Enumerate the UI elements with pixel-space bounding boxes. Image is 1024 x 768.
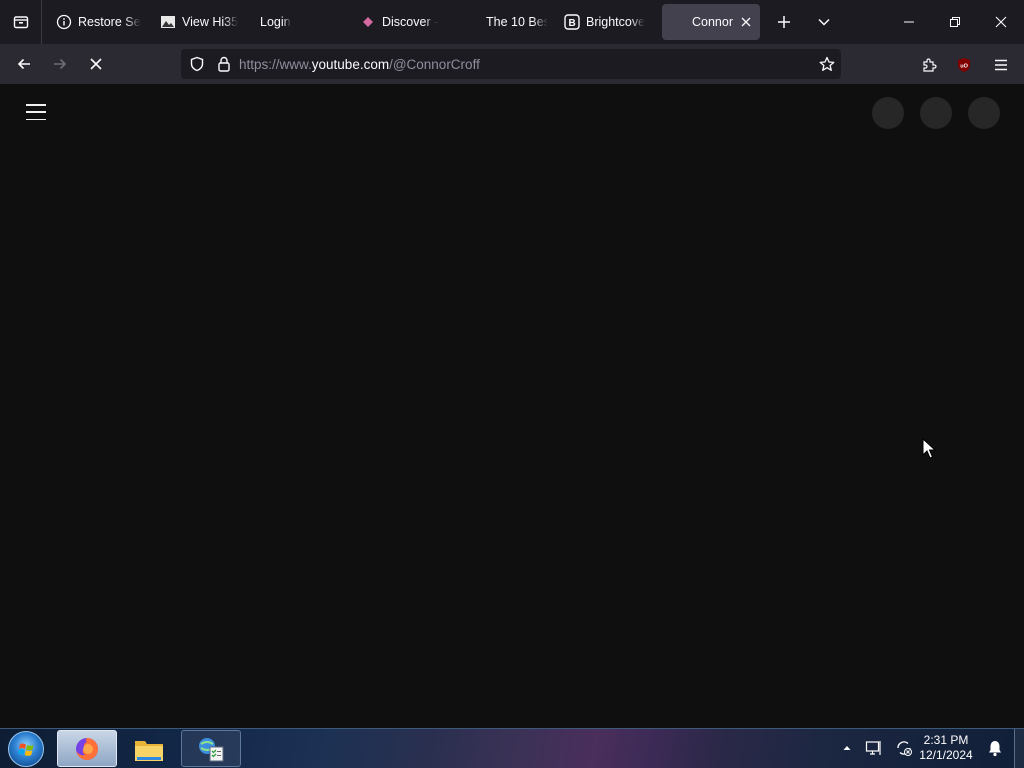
close-tab-icon[interactable] [740,16,752,28]
file-explorer-icon [135,740,163,761]
clock-date: 12/1/2024 [919,748,973,762]
tab-label: Restore Se [78,15,141,29]
sync-error-icon [897,741,912,756]
tab-label: Discover - [382,15,439,29]
stop-x-icon [90,58,102,70]
restore-icon [950,17,960,27]
taskbar-file-explorer[interactable] [119,730,179,767]
taskbar-control-panel[interactable] [181,730,241,767]
url-path: /@ConnorCroff [389,56,480,72]
lock-icon[interactable] [217,56,231,72]
chevron-down-icon [818,18,830,26]
guide-menu-icon[interactable] [26,104,46,120]
url-bar[interactable]: https://www.youtube.com/@ConnorCroff [181,49,841,79]
mouse-cursor-icon [922,438,936,459]
info-icon [56,14,72,30]
svg-text:uO: uO [960,64,968,70]
stop-loading-button[interactable] [78,44,114,84]
network-monitor-icon [865,741,881,755]
hamburger-menu-icon [995,59,1007,71]
clock-time: 2:31 PM [923,733,969,747]
tab-strip: Restore Se View Hi35 Login Discover - Th… [0,0,1024,44]
network-tray-button[interactable] [865,739,883,757]
list-all-tabs-button[interactable] [804,0,844,44]
tab-label: Connor [692,15,733,29]
taskbar-firefox[interactable] [57,730,117,767]
url-prefix: https://www. [239,56,312,72]
header-placeholder-circle [968,97,1000,129]
tab-label: Login [260,15,291,29]
windows-taskbar: 2:31 PM 12/1/2024 [0,728,1024,768]
ublock-origin-icon: uO [958,58,970,72]
firefox-view-button[interactable] [0,0,42,44]
tab-discover[interactable]: Discover - [352,4,456,40]
firefox-view-icon [13,16,28,29]
show-hidden-icons-button[interactable] [838,739,856,757]
show-desktop-button[interactable] [1014,729,1024,768]
ublock-origin-button[interactable]: uO [954,55,974,75]
extensions-button[interactable] [918,54,940,76]
bookmark-star-icon[interactable] [819,56,835,72]
moon-favicon [464,14,480,30]
image-favicon [160,14,176,30]
svg-text:B: B [569,18,576,29]
restore-button[interactable] [932,0,978,44]
tab-label: Brightcove [586,15,646,29]
forward-button[interactable] [42,44,78,84]
tab-connor-active[interactable]: Connor [662,4,760,40]
brightcove-favicon: B [564,14,580,30]
notifications-button[interactable] [986,739,1004,757]
header-placeholder-circle [872,97,904,129]
minimize-button[interactable] [886,0,932,44]
url-text[interactable]: https://www.youtube.com/@ConnorCroff [239,57,480,72]
new-tab-button[interactable] [764,0,804,44]
page-content [0,84,1024,728]
windows-logo-icon [17,743,34,756]
plus-icon [778,16,790,28]
tab-brightcove[interactable]: B Brightcove [556,4,656,40]
puzzle-piece-icon [923,58,937,72]
close-icon [995,16,1007,28]
tab-restore-session[interactable]: Restore Se [48,4,152,40]
close-window-button[interactable] [978,0,1024,44]
minimize-icon [904,21,914,23]
clock[interactable]: 2:31 PM 12/1/2024 [916,733,976,763]
diamond-favicon [360,14,376,30]
tab-the-10-best[interactable]: The 10 Bes [456,4,556,40]
url-host: youtube.com [311,56,390,72]
back-button[interactable] [6,44,42,84]
start-button[interactable] [8,731,44,767]
tab-label: The 10 Bes [486,15,548,29]
volume-tray-button[interactable] [895,739,913,757]
bell-icon [989,741,1001,757]
caret-up-icon [843,746,851,750]
firefox-icon [76,737,98,760]
header-placeholder-circle [920,97,952,129]
arrow-left-icon [17,58,30,70]
control-panel-icon [199,737,224,761]
app-menu-button[interactable] [990,54,1012,76]
arrow-right-icon [54,58,67,70]
tab-view-hi35[interactable]: View Hi35 [152,4,252,40]
screen: Restore Se View Hi35 Login Discover - Th… [0,0,1024,768]
tracking-protection-shield-icon[interactable] [189,56,205,72]
tab-login[interactable]: Login [252,4,352,40]
tab-label: View Hi35 [182,15,239,29]
